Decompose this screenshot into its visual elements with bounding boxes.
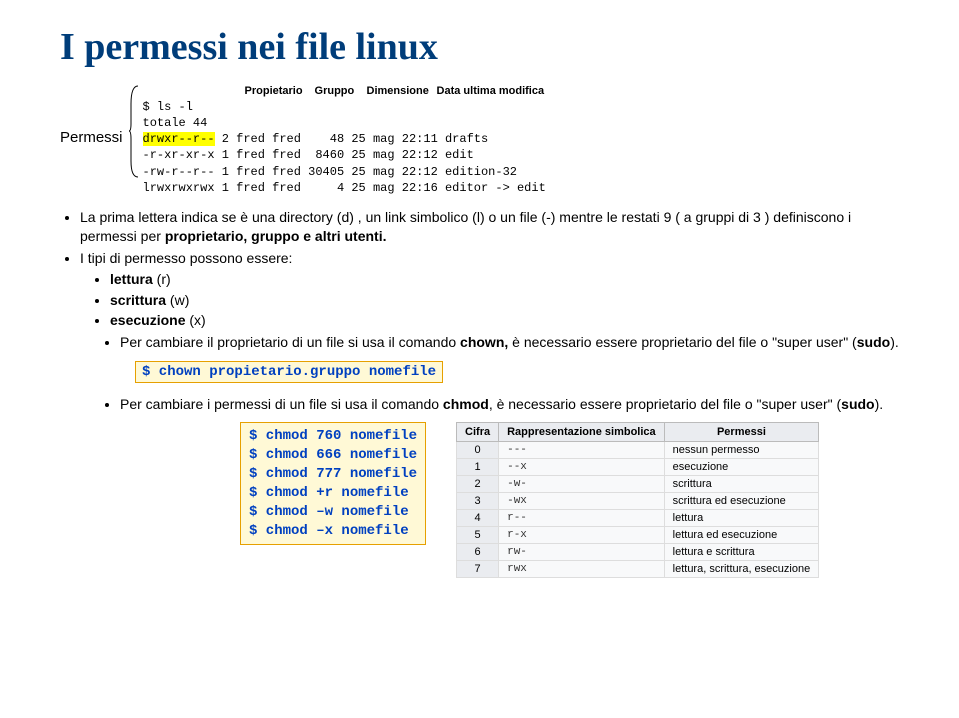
header-size: Dimensione xyxy=(367,84,437,99)
chmod-command-box: $ chmod 760 nomefile$ chmod 666 nomefile… xyxy=(240,422,426,545)
table-row: 2-w-scrittura xyxy=(457,476,819,493)
th-cifra: Cifra xyxy=(457,423,499,442)
table-row: 3-wxscrittura ed esecuzione xyxy=(457,493,819,510)
ls-output: Propietario Gruppo Dimensione Data ultim… xyxy=(143,84,546,196)
perm-read: lettura (r) xyxy=(110,270,899,289)
bullet-perm-types: I tipi di permesso possono essere: lettu… xyxy=(80,249,899,331)
bullet-first-letter: La prima lettera indica se è una directo… xyxy=(80,208,899,246)
ls-row: -r-xr-xr-x 1 fred fred 8460 25 mag 22:12… xyxy=(143,147,546,163)
ls-prompt: $ ls -l xyxy=(143,99,546,115)
perm-highlight: drwxr--r-- xyxy=(143,132,215,146)
table-row: 0---nessun permesso xyxy=(457,442,819,459)
th-permessi: Permessi xyxy=(664,423,819,442)
permission-table: Cifra Rappresentazione simbolica Permess… xyxy=(456,422,819,578)
bullet-chmod: Per cambiare i permessi di un file si us… xyxy=(120,395,899,414)
perm-write: scrittura (w) xyxy=(110,291,899,310)
bracket-icon xyxy=(129,84,139,196)
header-date: Data ultima modifica xyxy=(437,84,545,99)
th-symbolic: Rappresentazione simbolica xyxy=(499,423,665,442)
header-group: Gruppo xyxy=(315,84,367,99)
header-owner: Propietario xyxy=(245,84,315,99)
table-row: 6rw-lettura e scrittura xyxy=(457,544,819,561)
permessi-label: Permessi xyxy=(60,129,123,146)
table-row: 4r--lettura xyxy=(457,510,819,527)
table-row: 1--xesecuzione xyxy=(457,459,819,476)
perm-exec: esecuzione (x) xyxy=(110,311,899,330)
table-row: 5r-xlettura ed esecuzione xyxy=(457,527,819,544)
ls-row: -rw-r--r-- 1 fred fred 30405 25 mag 22:1… xyxy=(143,164,546,180)
ls-total: totale 44 xyxy=(143,115,546,131)
ls-row: lrwxrwxrwx 1 fred fred 4 25 mag 22:16 ed… xyxy=(143,180,546,196)
ls-row: drwxr--r-- 2 fred fred 48 25 mag 22:11 d… xyxy=(143,131,546,147)
ls-figure: Permessi Propietario Gruppo Dimensione D… xyxy=(60,84,899,196)
bullet-chown: Per cambiare il proprietario di un file … xyxy=(120,333,899,352)
page-title: I permessi nei file linux xyxy=(60,25,899,69)
table-row: 7rwxlettura, scrittura, esecuzione xyxy=(457,561,819,578)
chown-command-box: $ chown propietario.gruppo nomefile xyxy=(135,361,443,383)
